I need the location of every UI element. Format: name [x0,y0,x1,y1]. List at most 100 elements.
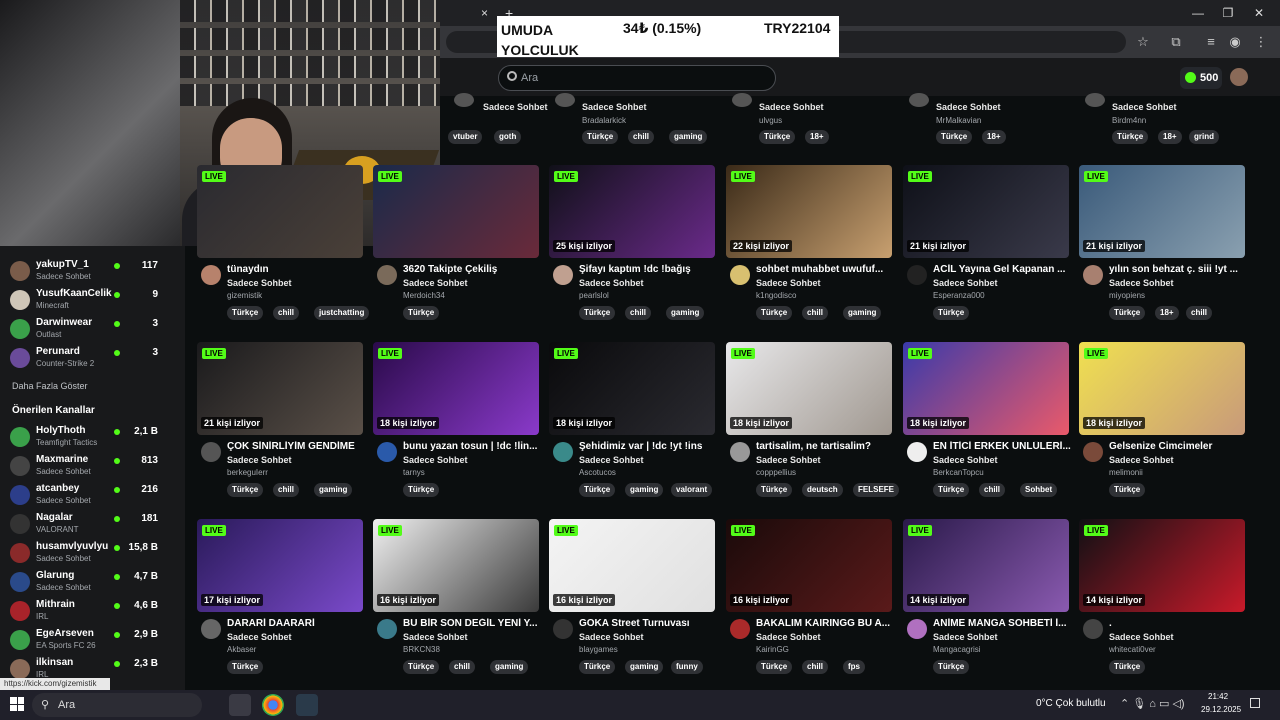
stream-category[interactable]: Sadece Sohbet [933,278,998,288]
stream-title[interactable]: yılın son behzat ç. siii !yt ... [1109,264,1247,275]
card-username[interactable]: Birdm4nn [1112,116,1146,125]
tag-chip[interactable]: deutsch [802,483,843,497]
tag-chip[interactable]: chill [273,483,300,497]
stream-thumbnail[interactable]: LIVE 16 kişi izliyor [549,519,715,612]
tag-chip[interactable]: gaming [666,306,705,320]
stream-username[interactable]: Mangacagrisi [933,645,981,654]
card-username[interactable]: MrMalkavian [936,116,981,125]
more-menu-icon[interactable]: ⋮ [1252,33,1270,51]
stream-username[interactable]: BerkcanTopcu [933,468,984,477]
stream-category[interactable]: Sadece Sohbet [933,455,998,465]
stream-category[interactable]: Sadece Sohbet [1109,632,1174,642]
stream-thumbnail[interactable]: LIVE [373,165,539,258]
stream-thumbnail[interactable]: LIVE 16 kişi izliyor [726,519,892,612]
tag-chip[interactable]: Türkçe [403,483,440,497]
tag-chip[interactable]: Türkçe [1109,306,1146,320]
stream-username[interactable]: melimonii [1109,468,1143,477]
stream-username[interactable]: KairinGG [756,645,789,654]
tag-chip[interactable]: chill [1186,306,1213,320]
media-icon[interactable]: ≡ [1202,33,1220,51]
tag-chip[interactable]: gaming [314,483,353,497]
channel-avatar[interactable] [201,265,221,285]
tag-chip[interactable]: Türkçe [1109,483,1146,497]
tag-chip[interactable]: Sohbet [1020,483,1058,497]
tag-chip[interactable]: Türkçe [756,660,793,674]
tag-chip[interactable]: vtuber [448,130,483,144]
tag-chip[interactable]: Türkçe [933,306,970,320]
channel-avatar[interactable] [201,619,221,639]
tag-chip[interactable]: chill [802,306,829,320]
stream-username[interactable]: miyopiens [1109,291,1145,300]
stream-thumbnail[interactable]: LIVE 16 kişi izliyor [373,519,539,612]
tag-chip[interactable]: Türkçe [936,130,973,144]
tag-chip[interactable]: Türkçe [759,130,796,144]
card-username[interactable]: ulvgus [759,116,782,125]
stream-category[interactable]: Sadece Sohbet [403,455,468,465]
stream-thumbnail[interactable]: LIVE [197,165,363,258]
taskbar-app-icon[interactable] [229,694,251,716]
close-window-icon[interactable]: ✕ [1244,4,1274,22]
stream-title[interactable]: BAKALIM KAIRINGG BU A... [756,618,894,629]
sidebar-channel[interactable]: Glarung Sadece Sohbet 4,7 B [10,569,180,597]
channel-avatar[interactable] [730,619,750,639]
stream-thumbnail[interactable]: LIVE 14 kişi izliyor [903,519,1069,612]
weather-widget[interactable]: 0°C Çok bulutlu [1036,698,1106,709]
tag-chip[interactable]: gaming [625,483,664,497]
show-more-link[interactable]: Daha Fazla Göster [12,381,88,391]
stream-category[interactable]: Sadece Sohbet [1109,278,1174,288]
sidebar-channel[interactable]: HolyThoth Teamfight Tactics 2,1 B [10,424,180,452]
tag-chip[interactable]: gaming [490,660,529,674]
stream-title[interactable]: ÇOK SİNİRLİYİM GENDİME [227,441,365,452]
tag-chip[interactable]: Türkçe [1109,660,1146,674]
tag-chip[interactable]: chill [625,306,652,320]
tag-chip[interactable]: chill [628,130,655,144]
start-button[interactable] [10,697,24,711]
taskbar-search[interactable]: Ara [32,693,202,717]
sidebar-channel[interactable]: Darwinwear Outlast 3 [10,316,180,344]
tag-chip[interactable]: Türkçe [579,660,616,674]
stream-category[interactable]: Sadece Sohbet [227,455,292,465]
tag-chip[interactable]: gaming [625,660,664,674]
stream-category[interactable]: Sadece Sohbet [756,278,821,288]
sidebar-channel[interactable]: YusufKaanCelik Minecraft 9 [10,287,180,315]
channel-avatar[interactable] [553,619,573,639]
stream-username[interactable]: Esperanza000 [933,291,985,300]
channel-avatar[interactable] [201,442,221,462]
tag-chip[interactable]: Türkçe [227,306,264,320]
maximize-icon[interactable]: ❐ [1213,4,1243,22]
tag-chip[interactable]: Türkçe [756,483,793,497]
stream-thumbnail[interactable]: LIVE 25 kişi izliyor [549,165,715,258]
stream-thumbnail[interactable]: LIVE 14 kişi izliyor [1079,519,1245,612]
channel-avatar[interactable] [730,265,750,285]
channel-avatar[interactable] [377,442,397,462]
stream-title[interactable]: ACİL Yayına Gel Kapanan ... [933,264,1071,275]
stream-category[interactable]: Sadece Sohbet [579,632,644,642]
stream-title[interactable]: sohbet muhabbet uwufuf... [756,264,894,275]
tag-chip[interactable]: Türkçe [403,660,440,674]
stream-title[interactable]: Gelsenize Cimcimeler [1109,441,1247,452]
stream-username[interactable]: Akbaser [227,645,256,654]
notifications-icon[interactable] [1250,698,1260,708]
channel-avatar[interactable] [377,619,397,639]
search-input[interactable]: Ara [498,65,776,91]
channel-avatar[interactable] [907,619,927,639]
chrome-icon[interactable] [262,694,284,716]
tag-chip[interactable]: FELSEFE [853,483,900,497]
stream-category[interactable]: Sadece Sohbet [756,455,821,465]
bookmark-star-icon[interactable]: ☆ [1134,33,1152,51]
stream-thumbnail[interactable]: LIVE 18 kişi izliyor [726,342,892,435]
stream-title[interactable]: BU BİR SON DEĞİL YENİ Y... [403,618,541,629]
close-tab-icon[interactable]: × [481,6,488,20]
stream-title[interactable]: Şifayı kaptım !dc !bağış [579,264,717,275]
stream-thumbnail[interactable]: LIVE 22 kişi izliyor [726,165,892,258]
tag-chip[interactable]: 18+ [1158,130,1182,144]
sidebar-channel[interactable]: Maxmarine Sadece Sohbet 813 [10,453,180,481]
tag-chip[interactable]: Türkçe [582,130,619,144]
card-category[interactable]: Sadece Sohbet [582,102,647,112]
sidebar-channel[interactable]: Mithrain IRL 4,6 B [10,598,180,626]
tag-chip[interactable]: Türkçe [579,483,616,497]
stream-title[interactable]: GOKA Street Turnuvası [579,618,717,629]
channel-avatar[interactable] [377,265,397,285]
stream-title[interactable]: . [1109,618,1247,629]
tag-chip[interactable]: 18+ [805,130,829,144]
